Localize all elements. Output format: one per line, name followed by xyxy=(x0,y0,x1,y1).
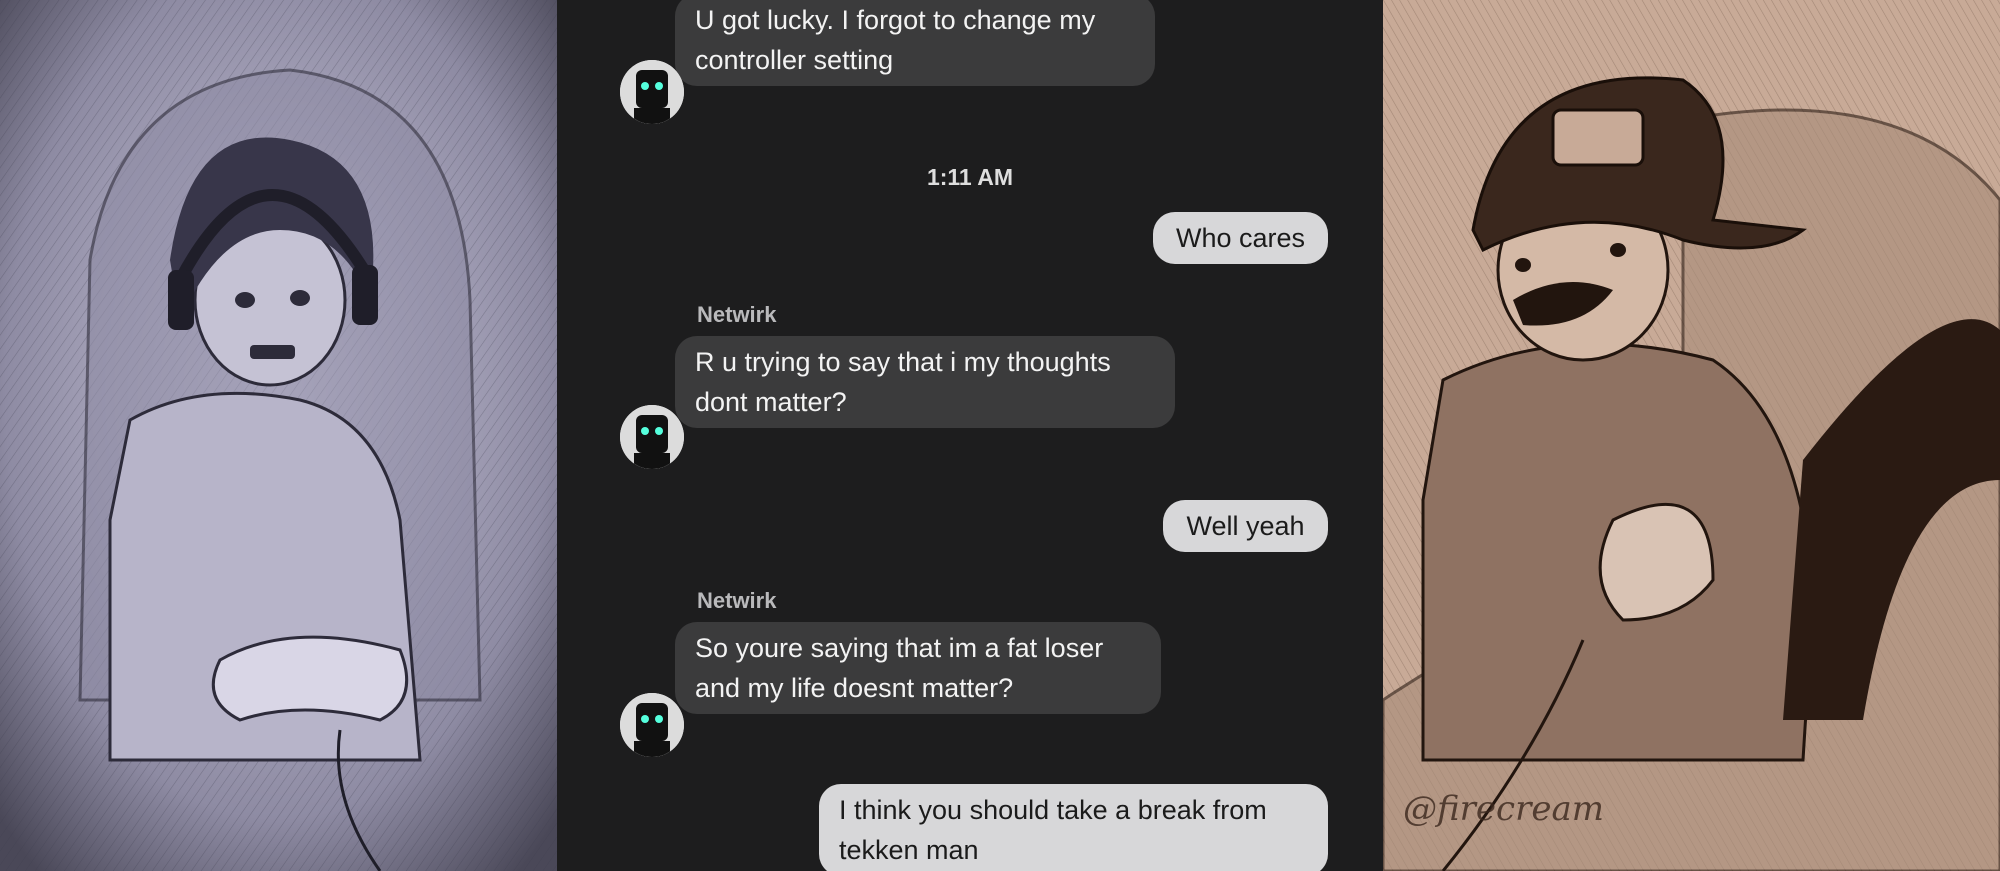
gamer-sketch-right-image: @firecream xyxy=(1383,0,2000,871)
time-separator: 1:11 AM xyxy=(926,164,1014,190)
message-bubble-incoming: U got lucky. I forgot to change my contr… xyxy=(675,0,1155,86)
message-bubble-outgoing: Well yeah xyxy=(1163,500,1328,552)
message-bubble-outgoing: Who cares xyxy=(1153,212,1328,264)
left-artwork-panel xyxy=(0,0,557,871)
right-artwork-panel: @firecream xyxy=(1383,0,2000,871)
svg-text:@firecream: @firecream xyxy=(1403,789,1604,829)
robot-avatar-icon[interactable] xyxy=(620,693,684,757)
robot-avatar-icon[interactable] xyxy=(620,405,684,469)
sender-name: Netwirk xyxy=(697,588,777,613)
message-bubble-outgoing: I think you should take a break from tek… xyxy=(819,784,1328,871)
message-bubble-incoming: R u trying to say that i my thoughts don… xyxy=(675,336,1175,428)
gamer-sketch-left-image xyxy=(0,0,557,871)
chat-conversation[interactable]: U got lucky. I forgot to change my contr… xyxy=(557,0,1383,871)
sender-name: Netwirk xyxy=(697,302,777,327)
robot-avatar-icon[interactable] xyxy=(620,60,684,124)
message-bubble-incoming: So youre saying that im a fat loser and … xyxy=(675,622,1161,714)
